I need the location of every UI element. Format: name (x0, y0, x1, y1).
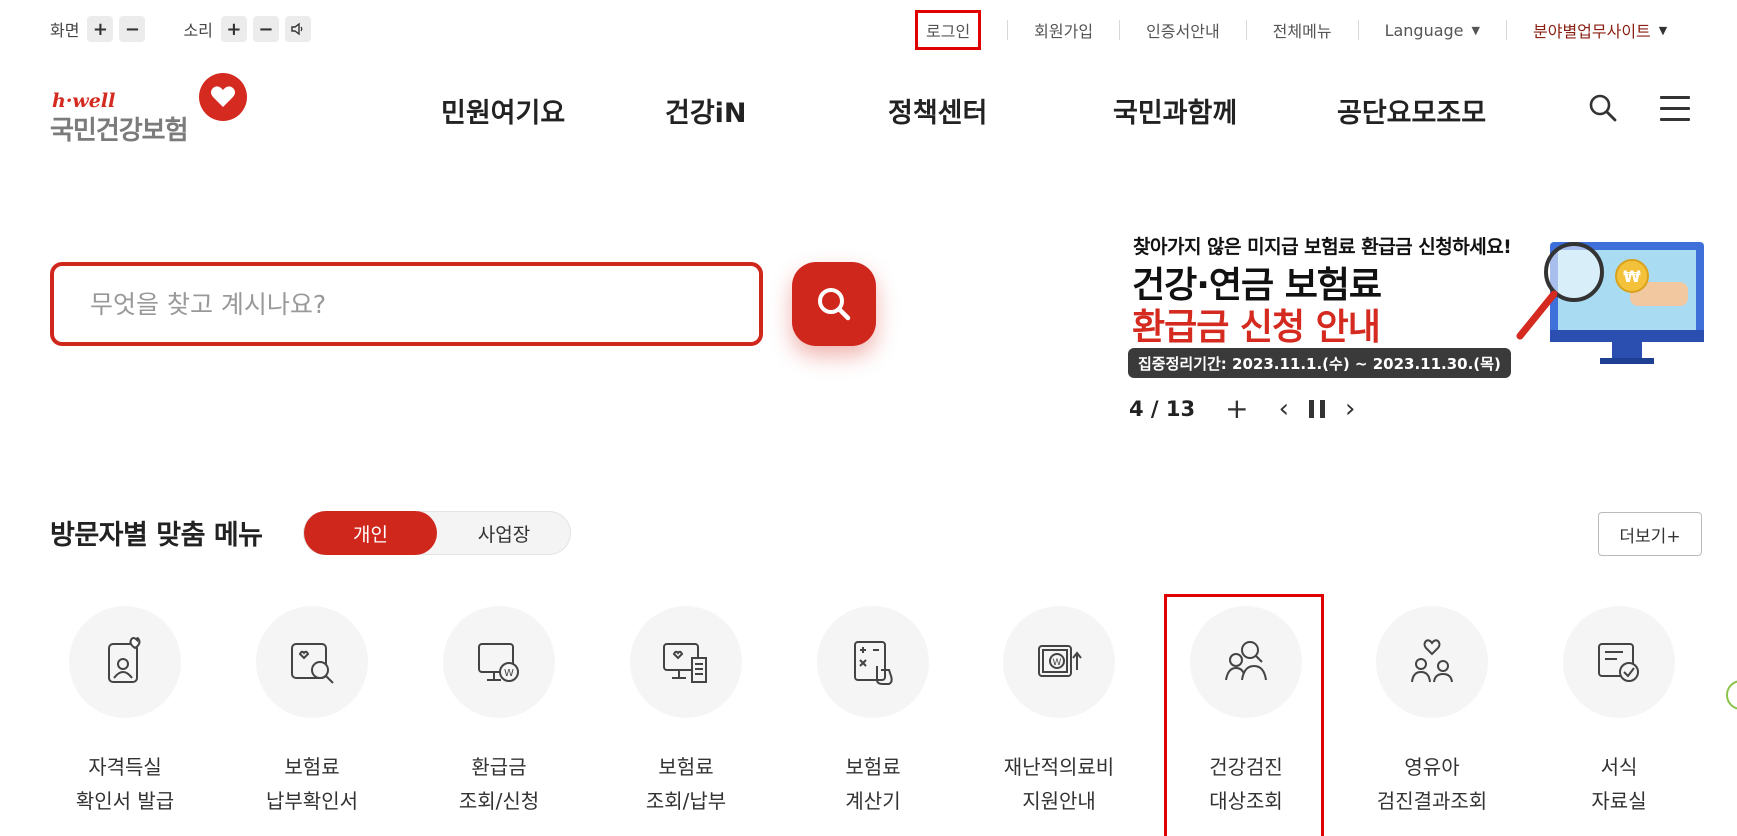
menu-item-catastrophic-medical-support[interactable]: W 재난적의료비 지원안내 (984, 606, 1134, 836)
more-button[interactable]: 더보기+ (1598, 512, 1702, 556)
banner-title-line2: 환급금 신청 안내 (1132, 307, 1381, 348)
banner-period: 집중정리기간: 2023.11.1.(수) ~ 2023.11.30.(목) (1128, 348, 1511, 378)
chevron-left-icon[interactable]: ‹ (1279, 396, 1289, 422)
family-heart-icon (1376, 606, 1488, 718)
tab-business[interactable]: 사업장 (437, 512, 571, 554)
screen-zoom-out-button[interactable]: − (119, 16, 146, 42)
svg-text:₩: ₩ (1623, 267, 1641, 286)
logo[interactable]: h·well 국민건강보험 (50, 72, 250, 146)
slide-more-button[interactable]: + (1225, 395, 1248, 423)
menu-item-label: 영유아 검진결과조회 (1376, 755, 1488, 813)
menu-item-refund-lookup[interactable]: W 환급금 조회/신청 (424, 606, 574, 836)
all-menu-link[interactable]: 전체메뉴 (1245, 20, 1358, 41)
menu-item-label: 재난적의료비 지원안내 (1003, 755, 1115, 813)
signup-link[interactable]: 회원가입 (1007, 20, 1119, 41)
menu-item-payment-certificate[interactable]: 보험료 납부확인서 (237, 606, 387, 836)
utility-links: 로그인 회원가입 인증서안내 전체메뉴 Language ▼ 분야별업무사이트 ▼ (915, 10, 1693, 50)
signup-label: 회원가입 (1034, 22, 1094, 41)
certificate-guide-label: 인증서안내 (1146, 22, 1220, 41)
monitor-magnifier-illustration: ₩ (1516, 242, 1704, 364)
menu-item-premium-calculator[interactable]: 보험료 계산기 (798, 606, 948, 836)
language-dropdown[interactable]: Language ▼ (1357, 20, 1506, 40)
caret-down-icon: ▼ (1658, 23, 1668, 37)
certificate-guide-link[interactable]: 인증서안내 (1119, 20, 1246, 41)
caret-down-icon: ▼ (1471, 23, 1480, 37)
promo-banner[interactable]: 찾아가지 않은 미지급 보험료 환급금 신청하세요! 건강·연금 보험료 환급금… (1128, 226, 1704, 382)
monitor-receipt-icon (630, 606, 742, 718)
highlight-frame (1164, 594, 1324, 836)
language-label: Language (1384, 20, 1464, 40)
nav-civil-service[interactable]: 민원여기요 (441, 91, 565, 130)
all-menu-label: 전체메뉴 (1272, 22, 1332, 41)
wallet-won-icon: W (1003, 606, 1115, 718)
menu-item-infant-checkup-results[interactable]: 영유아 검진결과조회 (1357, 606, 1507, 836)
svg-text:W: W (504, 668, 514, 679)
menu-item-forms-library[interactable]: 서식 자료실 (1544, 606, 1694, 836)
field-sites-label: 분야별업무사이트 (1533, 22, 1651, 41)
menu-item-label: 서식 자료실 (1591, 755, 1647, 813)
menu-item-label: 환급금 조회/신청 (458, 755, 540, 813)
menu-item-label: 보험료 납부확인서 (266, 755, 358, 813)
calculator-icon (817, 606, 929, 718)
form-check-icon (1563, 606, 1675, 718)
nav-policy-center[interactable]: 정책센터 (888, 91, 987, 130)
monitor-won-icon: W (443, 606, 555, 718)
menu-item-qualification-certificate[interactable]: 자격득실 확인서 발급 (50, 606, 200, 836)
accessibility-controls: 화면 + − 소리 + − (50, 15, 349, 43)
visitor-type-toggle: 사업장 개인 (303, 511, 571, 555)
logo-brand: h·well (52, 90, 116, 112)
menu-item-label: 자격득실 확인서 발급 (75, 755, 175, 813)
banner-subtitle: 찾아가지 않은 미지급 보험료 환급금 신청하세요! (1133, 236, 1512, 258)
nav-with-citizens[interactable]: 국민과함께 (1113, 91, 1237, 130)
search-icon[interactable] (1588, 93, 1618, 123)
sound-down-button[interactable]: − (252, 16, 279, 42)
document-search-icon (256, 606, 368, 718)
sound-up-button[interactable]: + (220, 16, 247, 42)
speaker-icon[interactable] (284, 16, 311, 42)
tab-individual[interactable]: 개인 (304, 511, 437, 555)
banner-slider-controls: 4 / 13 + ‹ › (1129, 393, 1355, 425)
svg-text:W: W (1053, 658, 1062, 668)
screen-label: 화면 (50, 21, 80, 40)
id-card-heart-icon (69, 606, 181, 718)
menu-item-premium-payment[interactable]: 보험료 조회/납부 (611, 606, 761, 836)
login-link[interactable]: 로그인 (915, 10, 982, 50)
search-input[interactable] (50, 262, 763, 346)
login-item: 로그인 (915, 10, 1007, 50)
menu-item-label: 보험료 조회/납부 (645, 755, 727, 813)
search-icon (818, 288, 851, 321)
screen-zoom-in-button[interactable]: + (87, 16, 114, 42)
screen-zoom-group: 화면 + − (50, 16, 151, 42)
visitor-menu-title: 방문자별 맞춤 메뉴 (50, 520, 263, 551)
side-decoration (1726, 680, 1737, 710)
search-button[interactable] (792, 262, 876, 346)
field-sites-dropdown[interactable]: 분야별업무사이트 ▼ (1506, 20, 1693, 41)
logo-heart-icon (199, 73, 247, 121)
hamburger-menu-icon[interactable] (1660, 96, 1690, 122)
sound-group: 소리 + − (183, 16, 316, 42)
chevron-right-icon[interactable]: › (1345, 396, 1355, 422)
nav-about-corporation[interactable]: 공단요모조모 (1337, 91, 1486, 130)
menu-item-label: 보험료 계산기 (845, 755, 901, 813)
sound-label: 소리 (183, 21, 213, 40)
nav-health-in[interactable]: 건강iN (665, 91, 747, 130)
logo-name: 국민건강보험 (50, 116, 189, 146)
slide-counter: 4 / 13 (1129, 397, 1196, 421)
pause-icon[interactable] (1309, 400, 1326, 418)
